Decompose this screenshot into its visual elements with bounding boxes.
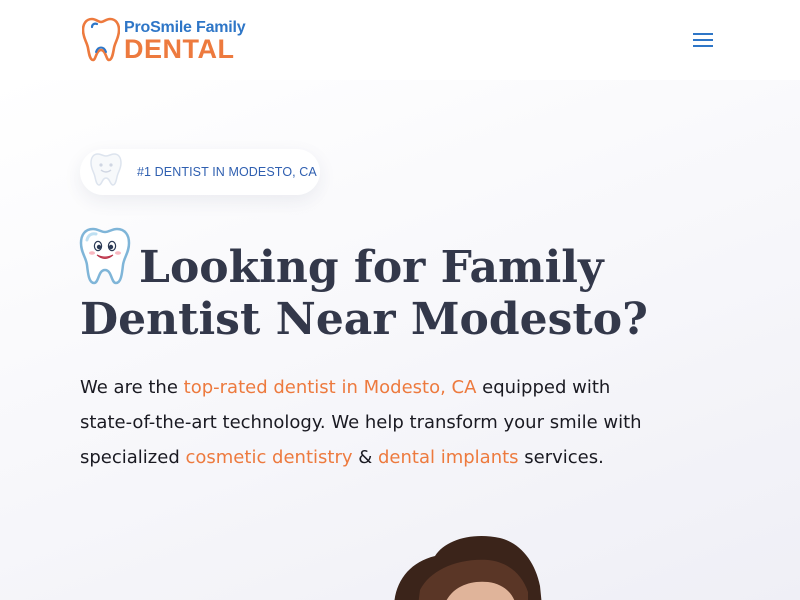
title-line-1: Looking for Family xyxy=(139,242,604,293)
hero-description: We are the top-rated dentist in Modesto,… xyxy=(80,370,660,475)
desc-intro: We are the xyxy=(80,377,184,398)
tooth-icon xyxy=(82,17,120,62)
tooth-icon xyxy=(90,153,122,186)
brand-wordmark: DENTAL xyxy=(124,34,235,64)
page-title: Looking for Family Dentist Near Modesto? xyxy=(80,242,700,346)
dental-implants-link[interactable]: dental implants xyxy=(378,447,519,468)
cosmetic-dentistry-link[interactable]: cosmetic dentistry xyxy=(185,447,352,468)
badge-label: #1 DENTIST IN MODESTO, CA xyxy=(137,165,317,179)
desc-amp: & xyxy=(352,447,378,468)
hero-section: #1 DENTIST IN MODESTO, CA Looking for Fa… xyxy=(0,80,800,600)
hamburger-menu-icon[interactable] xyxy=(693,31,715,47)
site-header: ProSmile Family DENTAL xyxy=(0,0,800,80)
top-rated-dentist-link[interactable]: top-rated dentist in Modesto, CA xyxy=(184,377,477,398)
site-logo[interactable]: ProSmile Family DENTAL xyxy=(82,16,246,64)
desc-end: services. xyxy=(518,447,604,468)
dentist-photo xyxy=(394,536,542,600)
title-line-2: Dentist Near Modesto? xyxy=(80,294,648,345)
ranking-badge: #1 DENTIST IN MODESTO, CA xyxy=(80,149,320,195)
